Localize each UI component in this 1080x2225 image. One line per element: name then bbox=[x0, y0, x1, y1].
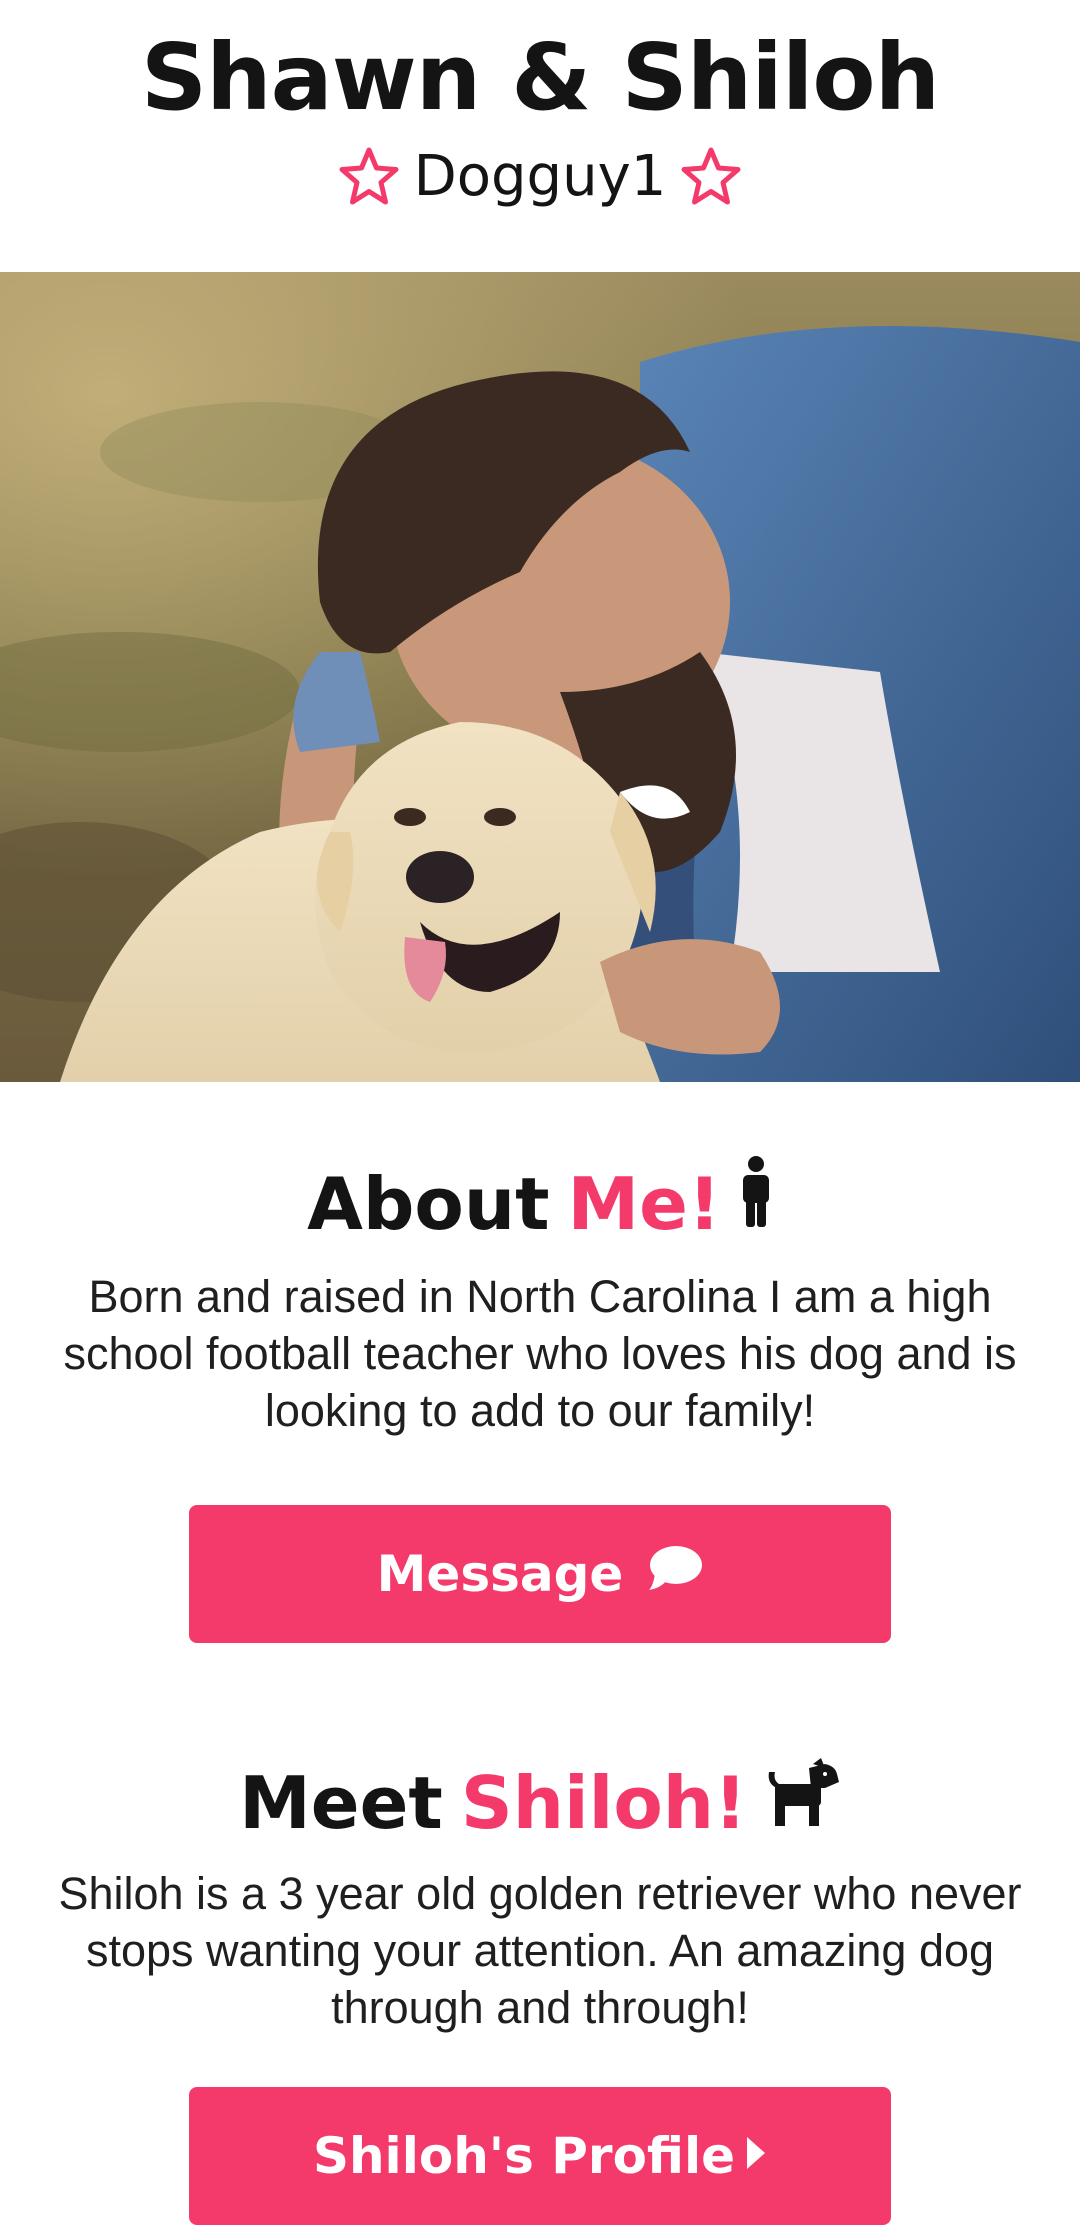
message-button-label: Message bbox=[376, 1545, 624, 1603]
pet-heading: Meet Shiloh! bbox=[0, 1755, 1080, 1851]
pet-text: Shiloh is a 3 year old golden retriever … bbox=[58, 1868, 1022, 2033]
star-icon bbox=[680, 146, 742, 208]
profile-header: Shawn & Shiloh Dogguy1 bbox=[0, 0, 1080, 272]
star-icon bbox=[338, 146, 400, 208]
about-heading-plain: About bbox=[307, 1161, 550, 1246]
caret-right-icon bbox=[745, 2127, 767, 2185]
username: Dogguy1 bbox=[413, 144, 667, 209]
shiloh-profile-button[interactable]: Shiloh's Profile bbox=[189, 2087, 891, 2225]
person-icon bbox=[739, 1155, 773, 1252]
pet-heading-accent: Shiloh! bbox=[460, 1761, 747, 1845]
message-button[interactable]: Message bbox=[189, 1505, 891, 1643]
dog-icon bbox=[765, 1755, 841, 1851]
about-text: Born and raised in North Carolina I am a… bbox=[63, 1271, 1017, 1436]
page-title: Shawn & Shiloh bbox=[140, 24, 940, 131]
profile-button-label: Shiloh's Profile bbox=[312, 2127, 736, 2185]
hero-photo bbox=[0, 272, 1080, 1082]
about-heading-accent: Me! bbox=[567, 1161, 721, 1246]
pet-heading-plain: Meet bbox=[239, 1761, 443, 1845]
chat-bubble-icon bbox=[647, 1544, 703, 1604]
username-row: Dogguy1 bbox=[0, 140, 1080, 214]
about-heading: About Me! bbox=[0, 1155, 1080, 1252]
